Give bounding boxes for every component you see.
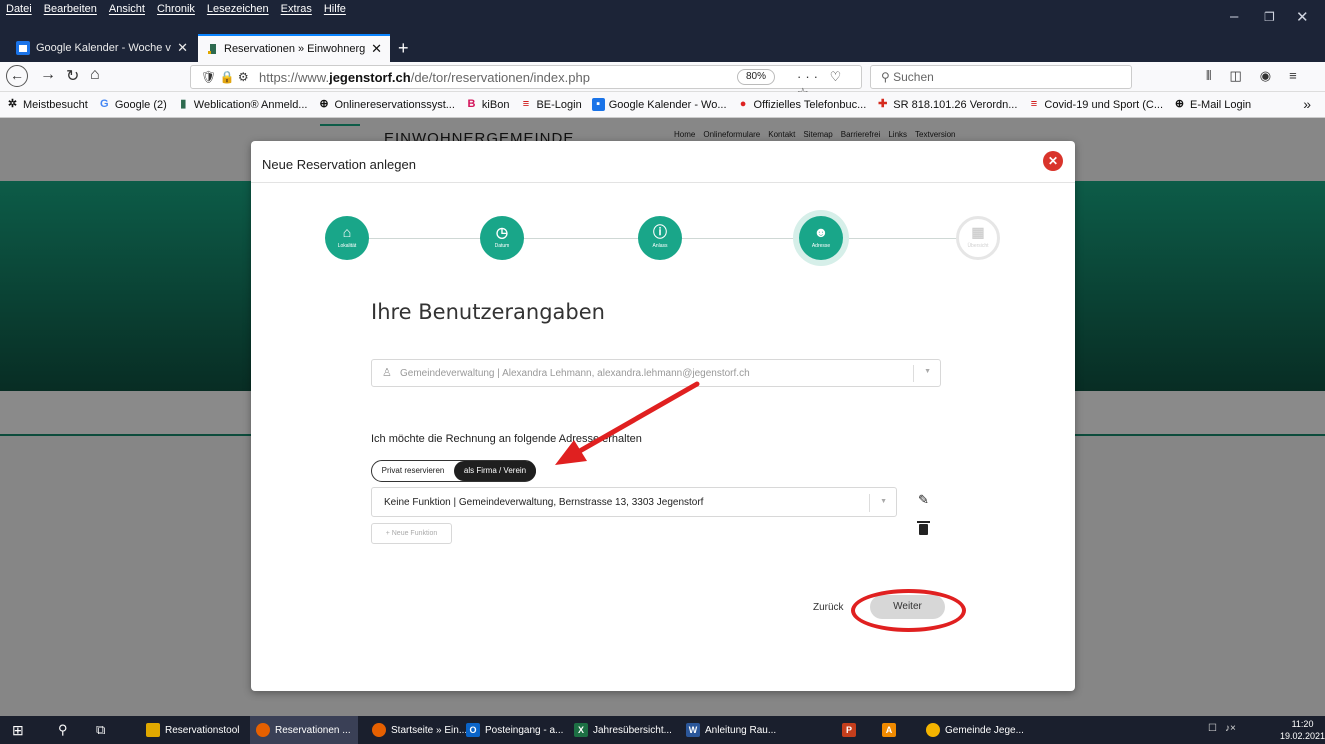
windows-start-icon[interactable]: ⊞ (12, 716, 24, 744)
taskbar-item[interactable]: W Anleitung Rau... (680, 716, 782, 744)
taskbar-item[interactable]: Startseite » Ein... (366, 716, 473, 744)
search-icon[interactable]: ⚲ (58, 716, 68, 744)
system-tray: ☐ ♪× (1208, 723, 1236, 734)
taskbar-item[interactable]: O Posteingang - a... (460, 716, 569, 744)
firefox-icon (372, 723, 386, 737)
taskbar-label: Reservationen ... (275, 724, 351, 736)
taskbar-item[interactable]: Gemeinde Jege... (920, 716, 1030, 744)
excel-icon: X (574, 723, 588, 737)
taskbar-item[interactable]: Reservationstool (140, 716, 245, 744)
clock-time: 11:20 (1291, 719, 1314, 729)
firefox-icon (256, 723, 270, 737)
annotation-arrow (555, 381, 700, 465)
taskbar-item[interactable]: A (876, 716, 907, 744)
taskbar-label: Posteingang - a... (485, 724, 564, 736)
task-view-icon[interactable]: ⧉ (96, 716, 105, 744)
taskbar-label: Anleitung Rau... (705, 724, 777, 736)
clock[interactable]: 11:20 19.02.2021 (1280, 718, 1325, 742)
taskbar-label: Gemeinde Jege... (945, 724, 1024, 736)
word-icon: W (686, 723, 700, 737)
annotation-circle (851, 589, 966, 632)
folder-icon (146, 723, 160, 737)
app-icon (926, 723, 940, 737)
taskbar: ⊞ ⚲ ⧉ Reservationstool Reservationen ...… (0, 716, 1325, 744)
network-icon[interactable]: ☐ (1208, 723, 1217, 734)
outlook-icon: O (466, 723, 480, 737)
clock-date: 19.02.2021 (1280, 731, 1325, 741)
taskbar-label: Jahresübersicht... (593, 724, 672, 736)
taskbar-item[interactable]: P (836, 716, 867, 744)
taskbar-label: Startseite » Ein... (391, 724, 468, 736)
taskbar-item[interactable]: Reservationen ... (250, 716, 358, 744)
powerpoint-icon: P (842, 723, 856, 737)
taskbar-item[interactable]: X Jahresübersicht... (568, 716, 678, 744)
taskbar-label: Reservationstool (165, 724, 240, 736)
volume-icon[interactable]: ♪× (1225, 723, 1236, 734)
app-a-icon: A (882, 723, 896, 737)
